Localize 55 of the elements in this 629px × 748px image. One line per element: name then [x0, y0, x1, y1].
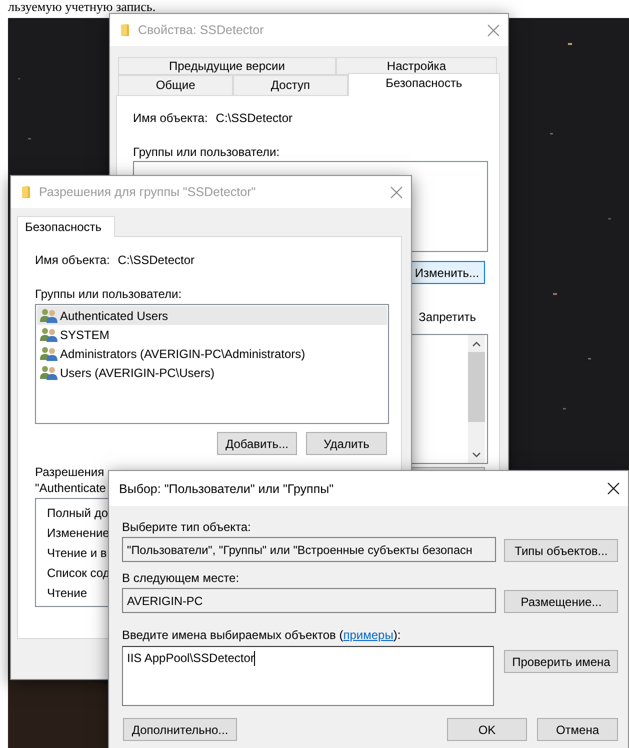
- user-list-item[interactable]: SYSTEM: [37, 325, 387, 344]
- users-icon: [40, 327, 58, 342]
- check-names-button[interactable]: Проверить имена: [504, 650, 618, 673]
- permission-item[interactable]: Изменение: [47, 523, 110, 543]
- permission-item[interactable]: Полный до: [47, 503, 108, 523]
- location-field[interactable]: AVERIGIN-PC: [122, 588, 496, 613]
- location-button[interactable]: Размещение...: [504, 590, 618, 613]
- advanced-button[interactable]: Дополнительно...: [123, 718, 237, 741]
- deny-column-header: Запретить: [418, 309, 476, 325]
- window-title: Свойства: SSDetector: [138, 23, 265, 37]
- window-title: Разрешения для группы "SSDetector": [39, 185, 257, 199]
- object-type-field[interactable]: "Пользователи", "Группы" или "Встроенные субъекты безопасн: [122, 537, 496, 562]
- names-label: Введите имена выбираемых объектов (примеры):: [122, 627, 401, 643]
- close-icon[interactable]: [607, 482, 620, 495]
- tab[interactable]: Безопасность: [348, 73, 500, 96]
- chevron-down-icon[interactable]: [472, 452, 481, 458]
- folder-icon: [120, 23, 130, 37]
- object-path: C:\SSDetector: [118, 252, 194, 268]
- tab[interactable]: Общие: [118, 75, 234, 96]
- edit-button[interactable]: Изменить...: [409, 261, 485, 284]
- tab[interactable]: Доступ: [233, 75, 348, 96]
- caption-text: льзуемую учетную запись.: [8, 0, 156, 13]
- users-icon: [40, 308, 58, 323]
- object-type-label: Выберите тип объекта:: [122, 519, 251, 535]
- scrollbar-thumb[interactable]: [468, 352, 485, 422]
- groups-label: Группы или пользователи:: [35, 286, 182, 302]
- ok-button[interactable]: OK: [447, 718, 527, 741]
- user-list-item[interactable]: Users (AVERIGIN-PC\Users): [37, 363, 387, 382]
- permissions-label: "Authenticate: [35, 480, 106, 496]
- object-types-button[interactable]: Типы объектов...: [504, 539, 618, 562]
- object-path: C:\SSDetector: [216, 110, 292, 126]
- user-list-item[interactable]: Authenticated Users: [37, 306, 387, 325]
- text-cursor: [254, 651, 256, 666]
- cancel-button[interactable]: Отмена: [537, 718, 618, 741]
- users-icon: [40, 365, 58, 380]
- object-name-label: Имя объекта:: [133, 110, 208, 126]
- names-field[interactable]: IIS AppPool\SSDetector: [122, 646, 494, 706]
- window-title: Выбор: "Пользователи" или "Группы": [119, 482, 335, 496]
- examples-link[interactable]: примеры: [343, 628, 394, 642]
- tab[interactable]: Предыдущие версии: [118, 57, 336, 75]
- folder-icon: [21, 185, 31, 199]
- add-button[interactable]: Добавить...: [217, 432, 297, 455]
- users-icon: [40, 346, 58, 361]
- permission-item[interactable]: Чтение: [47, 583, 88, 603]
- names-text: IIS AppPool\SSDetector: [127, 651, 254, 665]
- scrollbar[interactable]: [468, 335, 485, 463]
- user-list-item[interactable]: Administrators (AVERIGIN-PC\Administrators): [37, 344, 387, 363]
- location-label: В следующем месте:: [122, 570, 240, 586]
- chevron-up-icon[interactable]: [472, 340, 481, 346]
- permissions-label: Разрешения: [35, 464, 104, 480]
- object-name-label: Имя объекта:: [35, 252, 110, 268]
- groups-label: Группы или пользователи:: [133, 144, 280, 160]
- permission-item[interactable]: Чтение и в: [47, 543, 107, 563]
- remove-button[interactable]: Удалить: [306, 432, 387, 455]
- tab[interactable]: Безопасность: [17, 216, 115, 237]
